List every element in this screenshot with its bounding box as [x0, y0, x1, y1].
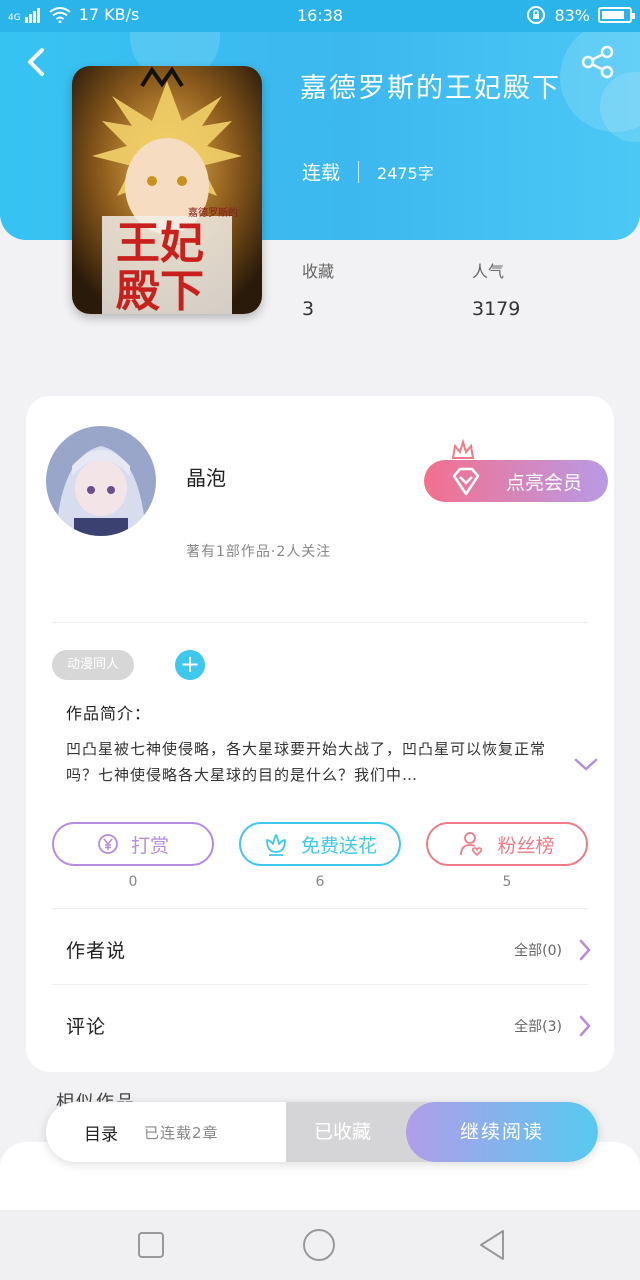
avatar[interactable] — [46, 426, 156, 536]
chevron-right-icon — [579, 1015, 591, 1037]
intro-title: 作品简介： — [66, 704, 152, 723]
divider — [52, 622, 588, 623]
comments-count: 全部(3) — [514, 1019, 562, 1035]
stat-favorites: 收藏 3 — [302, 258, 334, 320]
word-count: 2475字 — [377, 163, 434, 183]
stat-popularity: 人气 3179 — [472, 258, 520, 320]
author-name[interactable]: 晶泡 — [186, 462, 226, 491]
separator — [358, 160, 360, 183]
user-heart-icon — [460, 832, 483, 857]
home-icon[interactable] — [302, 1228, 336, 1262]
chapter-count: 已连载2章 — [144, 1124, 219, 1142]
stat-value: 3179 — [472, 298, 521, 320]
reward-button[interactable]: 打赏 — [52, 822, 214, 866]
crown-icon — [451, 438, 475, 459]
battery-icon — [598, 7, 635, 23]
vip-button-label: 点亮会员 — [505, 471, 582, 494]
book-status-row: 连载 2475字 — [302, 158, 434, 185]
send-flower-label: 免费送花 — [300, 834, 377, 857]
bottom-action-bar: 目录 已连载2章 已收藏 继续阅读 — [46, 1102, 598, 1162]
back-icon[interactable] — [22, 42, 50, 82]
continue-reading-button[interactable]: 继续阅读 — [406, 1102, 598, 1162]
intro-text: 凹凸星被七神使侵略，各大星球要开始大战了，凹凸星可以恢复正常吗？七神使侵略各大星… — [66, 740, 547, 784]
battery-percent: 83% — [554, 5, 590, 25]
flower-icon — [266, 834, 286, 856]
author-says-label: 作者说 — [66, 940, 127, 962]
plus-icon: + — [179, 650, 201, 678]
comments-row[interactable]: 评论 全部(3) — [66, 1006, 592, 1046]
book-detail-card: 晶泡 著有1部作品·2人关注 点亮会员 动漫同人 + 作品简介： 凹凸星被七神使… — [26, 396, 614, 1072]
reward-count: 0 — [128, 874, 138, 890]
fan-count: 5 — [502, 874, 512, 890]
genre-tag[interactable]: 动漫同人 — [52, 650, 135, 680]
cover-subtitle: 嘉德罗斯的 — [188, 208, 238, 219]
divider — [52, 984, 588, 985]
cover-title: 王妃殿下 — [116, 218, 204, 315]
rotation-lock-icon — [527, 6, 546, 24]
system-nav-bar — [0, 1210, 640, 1280]
book-title: 嘉德罗斯的王妃殿下 — [300, 73, 561, 104]
back-nav-icon[interactable] — [476, 1228, 508, 1262]
status-bar: 4G 17 KB/s 16:38 83% — [0, 0, 640, 32]
author-says-row[interactable]: 作者说 全部(0) — [66, 930, 592, 970]
chevron-right-icon — [579, 939, 591, 961]
battery-level — [602, 11, 624, 19]
stat-label: 收藏 — [302, 262, 335, 281]
send-flower-button[interactable]: 免费送花 — [239, 822, 401, 866]
author-meta: 著有1部作品·2人关注 — [186, 544, 332, 560]
fan-rank-button[interactable]: 粉丝榜 — [426, 822, 588, 866]
toc-button[interactable]: 目录 — [84, 1120, 118, 1145]
fan-rank-label: 粉丝榜 — [497, 834, 555, 857]
stat-label: 人气 — [472, 262, 505, 281]
diamond-icon — [452, 467, 480, 496]
add-tag-button[interactable]: + — [175, 650, 205, 680]
yuan-coin-icon — [98, 834, 118, 854]
recent-apps-icon[interactable] — [136, 1230, 166, 1260]
flower-count: 6 — [315, 874, 325, 890]
author-says-count: 全部(0) — [514, 943, 562, 959]
comments-label: 评论 — [66, 1016, 107, 1038]
serial-status: 连载 — [302, 162, 341, 184]
divider — [52, 908, 588, 909]
stat-value: 3 — [302, 298, 315, 320]
book-cover[interactable]: 嘉德罗斯的 王妃殿下 — [72, 66, 262, 314]
reward-label: 打赏 — [130, 834, 169, 857]
chevron-down-icon[interactable] — [574, 758, 598, 772]
share-icon[interactable] — [578, 44, 618, 80]
